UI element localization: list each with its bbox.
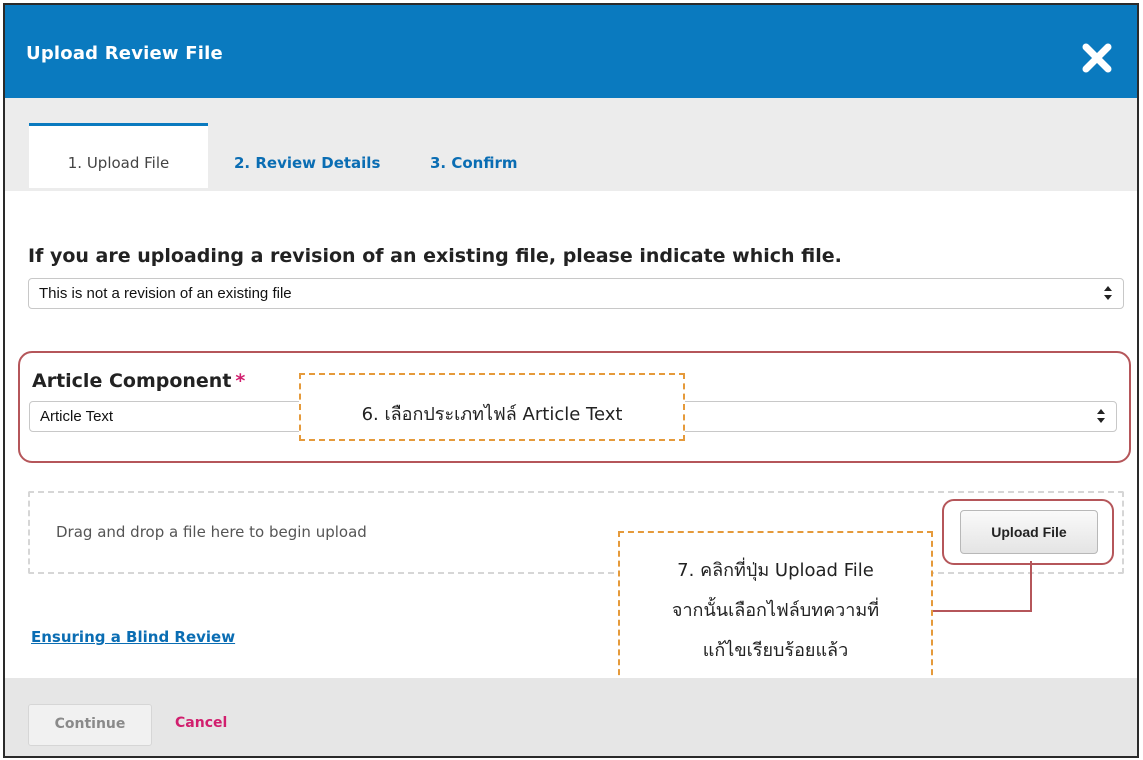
step-tabs: 1. Upload File 2. Review Details 3. Conf… (5, 98, 1137, 191)
article-component-label-text: Article Component (32, 370, 232, 392)
close-x-icon[interactable] (1079, 40, 1115, 76)
select-arrows-icon (1104, 286, 1112, 300)
tab-review-details[interactable]: 2. Review Details (234, 126, 380, 191)
cancel-link[interactable]: Cancel (175, 715, 227, 731)
tab-confirm[interactable]: 3. Confirm (430, 126, 518, 191)
annotation-step-7-line-1: 7. คลิกที่ปุ่ม Upload File (677, 560, 874, 581)
annotation-step-7-line-3: แก้ไขเรียบร้อยแล้ว (702, 640, 849, 661)
modal-header: Upload Review File (5, 5, 1137, 98)
required-marker: * (235, 370, 246, 392)
blind-review-link[interactable]: Ensuring a Blind Review (31, 628, 235, 646)
dropzone-text: Drag and drop a file here to begin uploa… (56, 523, 367, 541)
select-arrows-icon (1097, 409, 1105, 423)
article-component-select-value: Article Text (40, 408, 114, 425)
upload-file-button[interactable]: Upload File (960, 510, 1098, 554)
modal-footer: Continue Cancel (5, 678, 1137, 756)
revision-select[interactable]: This is not a revision of an existing fi… (28, 278, 1124, 309)
annotation-connector (931, 561, 1032, 612)
upload-review-file-modal: Upload Review File 1. Upload File 2. Rev… (3, 3, 1139, 758)
revision-select-value: This is not a revision of an existing fi… (39, 285, 292, 302)
annotation-step-7-line-2: จากนั้นเลือกไฟล์บทความที่ (671, 600, 880, 621)
article-component-label: Article Component * (32, 370, 245, 392)
tab-upload-file[interactable]: 1. Upload File (29, 123, 208, 188)
continue-button[interactable]: Continue (28, 704, 152, 746)
annotation-step-7: 7. คลิกที่ปุ่ม Upload File จากนั้นเลือกไ… (618, 531, 933, 685)
annotation-step-6: 6. เลือกประเภทไฟล์ Article Text (299, 373, 685, 441)
revision-question-label: If you are uploading a revision of an ex… (28, 245, 842, 267)
modal-title: Upload Review File (26, 43, 223, 64)
